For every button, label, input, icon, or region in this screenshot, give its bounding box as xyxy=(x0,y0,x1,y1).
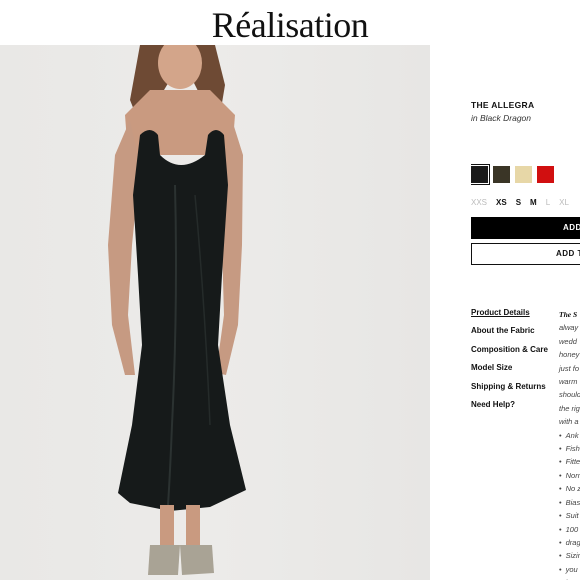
size-option[interactable]: M xyxy=(530,198,537,207)
description-line: alway xyxy=(559,323,579,333)
product-description: The S alway wedd honey just fo warm should the… xyxy=(559,308,580,580)
size-option[interactable]: L xyxy=(546,198,550,207)
description-heading: The S xyxy=(559,310,578,319)
details-tab[interactable]: Product Details xyxy=(471,308,548,317)
description-line: wedd xyxy=(559,336,577,346)
description-bullet: Bias xyxy=(559,496,580,509)
description-line: just fo xyxy=(559,363,580,373)
size-option[interactable]: XXS xyxy=(471,198,487,207)
description-bullet: Fish xyxy=(559,442,580,455)
description-line: should xyxy=(559,390,580,400)
details-tab[interactable]: About the Fabric xyxy=(471,326,548,335)
details-tab[interactable]: Model Size xyxy=(471,363,548,372)
size-option[interactable]: S xyxy=(516,198,521,207)
description-bullet: No z xyxy=(559,482,580,495)
description-bullet: Norm xyxy=(559,469,580,482)
description-line: the rig xyxy=(559,403,580,413)
description-bullet: larg xyxy=(559,576,580,580)
description-line: warm xyxy=(559,377,578,387)
description-bullet: 100 xyxy=(559,523,580,536)
description-bullet: Ank xyxy=(559,429,580,442)
size-option[interactable]: XL xyxy=(559,198,569,207)
color-swatches xyxy=(471,164,554,185)
description-bullet: Fitte xyxy=(559,455,580,468)
color-swatch[interactable] xyxy=(493,166,510,183)
product-title: THE ALLEGRA xyxy=(471,100,535,110)
description-line: with a xyxy=(559,417,579,427)
description-bullet: you xyxy=(559,563,580,576)
details-tab[interactable]: Need Help? xyxy=(471,400,548,409)
size-selector: XXS XS S M L XL xyxy=(471,198,569,207)
product-info-panel: THE ALLEGRA in Black Dragon XXS XS S M L XL A… xyxy=(471,0,580,580)
add-to-wishlist-button[interactable]: ADD T xyxy=(471,243,580,265)
product-variant: in Black Dragon xyxy=(471,113,532,123)
model-photo-illustration xyxy=(108,45,246,575)
description-bullet: Suit xyxy=(559,509,580,522)
product-image[interactable] xyxy=(0,45,430,580)
color-swatch[interactable] xyxy=(515,166,532,183)
description-bullet: Sizin xyxy=(559,549,580,562)
details-tab[interactable]: Shipping & Returns xyxy=(471,382,548,391)
details-tab[interactable]: Composition & Care xyxy=(471,345,548,354)
description-bullet: drag xyxy=(559,536,580,549)
color-swatch[interactable] xyxy=(471,164,490,185)
color-swatch[interactable] xyxy=(537,166,554,183)
description-line: honey xyxy=(559,350,580,360)
size-option[interactable]: XS xyxy=(496,198,507,207)
add-to-bag-button[interactable]: ADD xyxy=(471,217,580,239)
details-nav: Product Details About the Fabric Compositi… xyxy=(471,308,548,418)
